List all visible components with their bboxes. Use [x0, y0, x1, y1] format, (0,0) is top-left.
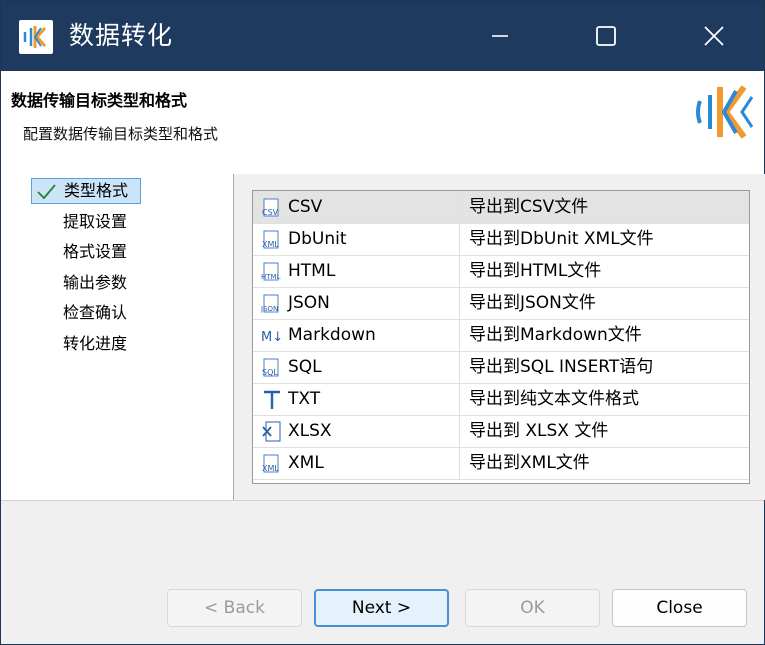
format-name-cell: XML DbUnit — [253, 223, 460, 255]
brand-logo-icon — [694, 79, 756, 145]
xml-icon: XML — [261, 453, 283, 473]
xml-icon: XML — [261, 229, 283, 249]
svg-text:SQL: SQL — [262, 368, 278, 377]
format-description: 导出到CSV文件 — [469, 197, 589, 217]
minimize-icon — [492, 35, 508, 37]
svg-text:HTML: HTML — [261, 273, 281, 281]
next-button[interactable]: Next > — [314, 589, 449, 627]
maximize-button[interactable] — [577, 1, 635, 71]
format-row-csv[interactable]: CSV CSV 导出到CSV文件 — [253, 191, 749, 224]
close-icon — [704, 26, 724, 46]
window-title: 数据转化 — [69, 21, 174, 50]
format-panel: CSV CSV 导出到CSV文件 XML DbUnit 导出到DbUnit XM… — [234, 174, 765, 500]
format-description: 导出到XML文件 — [469, 453, 590, 473]
csv-icon: CSV — [261, 197, 283, 217]
html-icon: HTML — [261, 261, 283, 281]
step-progress[interactable]: 转化进度 — [31, 331, 135, 357]
format-name: JSON — [288, 293, 330, 313]
step-label: 输出参数 — [63, 273, 128, 292]
format-name: Markdown — [288, 325, 376, 345]
step-check-confirm[interactable]: 检查确认 — [31, 300, 135, 326]
checkmark-icon — [35, 180, 57, 209]
format-description: 导出到 XLSX 文件 — [469, 421, 609, 441]
format-description: 导出到JSON文件 — [469, 293, 596, 313]
step-output-params[interactable]: 输出参数 — [31, 270, 135, 296]
wizard-steps-nav: 类型格式 提取设置 格式设置 输出参数 检查确认 转化进度 — [1, 174, 234, 500]
format-row-markdown[interactable]: M↓ Markdown 导出到Markdown文件 — [253, 319, 749, 352]
format-name: DbUnit — [288, 229, 347, 249]
step-format-settings[interactable]: 格式设置 — [31, 239, 135, 265]
format-description: 导出到SQL INSERT语句 — [469, 357, 654, 377]
format-description: 导出到纯文本文件格式 — [469, 389, 639, 409]
page-title: 数据传输目标类型和格式 — [11, 91, 188, 110]
svg-text:XML: XML — [262, 464, 279, 473]
format-name-cell: HTML HTML — [253, 255, 460, 287]
wizard-content: 类型格式 提取设置 格式设置 输出参数 检查确认 转化进度 CSV CSV 导出… — [1, 174, 765, 500]
dialog-window: 数据转化 数据传输目标类型和格式 配置数据传输目标类型和格式 类型格式 提取设置… — [0, 0, 765, 645]
markdown-icon: M↓ — [261, 325, 283, 345]
sql-icon: SQL — [261, 357, 283, 377]
divider — [1, 500, 764, 501]
format-name-cell: JSON JSON — [253, 287, 460, 319]
format-list[interactable]: CSV CSV 导出到CSV文件 XML DbUnit 导出到DbUnit XM… — [252, 190, 750, 484]
format-row-json[interactable]: JSON JSON 导出到JSON文件 — [253, 287, 749, 320]
format-row-xlsx[interactable]: XLSX 导出到 XLSX 文件 — [253, 415, 749, 448]
step-type-format[interactable]: 类型格式 — [31, 178, 141, 204]
format-name: TXT — [288, 389, 321, 409]
ok-button[interactable]: OK — [465, 589, 600, 627]
format-name-cell: XLSX — [253, 415, 460, 447]
format-description: 导出到HTML文件 — [469, 261, 602, 281]
format-name: HTML — [288, 261, 336, 281]
step-label: 转化进度 — [63, 334, 128, 353]
minimize-button[interactable] — [471, 1, 529, 71]
svg-text:M↓: M↓ — [261, 330, 283, 345]
step-label: 检查确认 — [63, 303, 128, 322]
svg-text:CSV: CSV — [262, 208, 279, 217]
step-extract-settings[interactable]: 提取设置 — [31, 209, 135, 235]
format-name: SQL — [288, 357, 322, 377]
format-name: XLSX — [288, 421, 332, 441]
format-row-html[interactable]: HTML HTML 导出到HTML文件 — [253, 255, 749, 288]
page-subtitle: 配置数据传输目标类型和格式 — [23, 125, 219, 143]
format-row-txt[interactable]: TXT 导出到纯文本文件格式 — [253, 383, 749, 416]
format-name-cell: M↓ Markdown — [253, 319, 460, 351]
back-button[interactable]: < Back — [167, 589, 302, 627]
close-window-button[interactable] — [685, 1, 743, 71]
format-row-dbunit[interactable]: XML DbUnit 导出到DbUnit XML文件 — [253, 223, 749, 256]
step-label: 格式设置 — [63, 242, 128, 261]
step-label: 提取设置 — [63, 212, 128, 231]
close-button[interactable]: Close — [612, 589, 747, 627]
svg-text:XML: XML — [262, 240, 279, 249]
svg-text:JSON: JSON — [261, 305, 278, 313]
json-icon: JSON — [260, 293, 283, 313]
xlsx-icon — [261, 421, 283, 442]
txt-icon — [261, 389, 283, 409]
format-description: 导出到DbUnit XML文件 — [469, 229, 654, 249]
format-name-cell: XML XML — [253, 447, 460, 479]
title-bar[interactable]: 数据转化 — [1, 1, 764, 71]
maximize-icon — [596, 26, 616, 46]
wizard-header: 数据传输目标类型和格式 配置数据传输目标类型和格式 — [1, 71, 764, 175]
format-name-cell: TXT — [253, 383, 460, 415]
format-name-cell: SQL SQL — [253, 351, 460, 383]
format-name: XML — [288, 453, 324, 473]
step-label: 类型格式 — [64, 181, 129, 200]
format-description: 导出到Markdown文件 — [469, 325, 642, 345]
format-name: CSV — [288, 197, 323, 217]
app-logo-icon — [19, 20, 53, 54]
format-row-sql[interactable]: SQL SQL 导出到SQL INSERT语句 — [253, 351, 749, 384]
format-row-xml[interactable]: XML XML 导出到XML文件 — [253, 447, 749, 480]
format-name-cell: CSV CSV — [253, 191, 460, 223]
